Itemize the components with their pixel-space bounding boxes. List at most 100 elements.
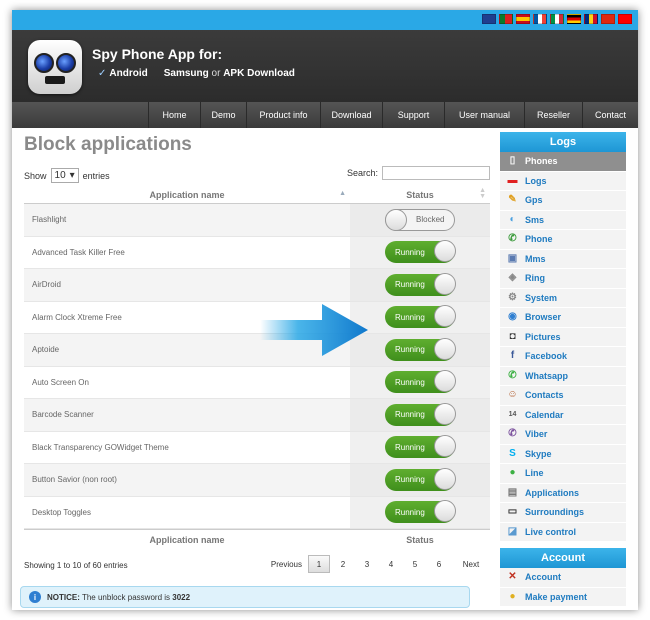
live-control-icon: ◪ <box>507 525 518 537</box>
status-toggle[interactable]: Running <box>385 272 456 296</box>
account-icon: ✕ <box>508 571 517 583</box>
sidebar-item-make-payment[interactable]: ● Make payment <box>500 587 626 607</box>
status-toggle[interactable]: Running <box>385 467 456 491</box>
status-label: Running <box>395 377 425 387</box>
status-toggle[interactable]: Running <box>385 500 456 524</box>
calendar-icon: 14 <box>508 411 517 419</box>
applications-icon: ▤ <box>507 486 518 498</box>
application-name: Desktop Toggles <box>32 507 91 517</box>
col-status[interactable]: Status ▲ ▼ <box>350 187 490 200</box>
browser-icon: ◉ <box>508 311 517 323</box>
sidebar-item-browser[interactable]: ◉ Browser <box>500 308 626 328</box>
sidebar-item-surroundings[interactable]: ▭ Surroundings <box>500 503 626 523</box>
status-toggle[interactable]: Running <box>385 240 456 264</box>
camera-icon: ◘ <box>509 330 516 342</box>
next-page-button[interactable]: Next <box>452 555 490 573</box>
status-toggle[interactable]: Running <box>385 305 456 329</box>
sidebar-item-phone[interactable]: ✆ Phone <box>500 230 626 250</box>
sidebar-item-viber[interactable]: ✆ Viber <box>500 425 626 445</box>
flag-tw-icon[interactable] <box>618 14 632 24</box>
status-toggle[interactable]: Running <box>385 402 456 426</box>
col-application-name[interactable]: Application name ▲ <box>24 190 350 200</box>
flag-cn-icon[interactable] <box>601 14 615 24</box>
spy-app-logo-icon[interactable] <box>28 40 82 94</box>
nav-support[interactable]: Support <box>382 102 444 128</box>
entries-label: entries <box>82 170 110 181</box>
sidebar-item-whatsapp[interactable]: ✆ Whatsapp <box>500 366 626 386</box>
nav-demo[interactable]: Demo <box>200 102 246 128</box>
arrow-pointer-icon <box>260 304 368 356</box>
status-label: Running <box>395 345 425 355</box>
flag-pt-icon[interactable] <box>499 14 513 24</box>
page-button-2[interactable]: 2 <box>332 555 354 573</box>
pagination-row: Showing 1 to 10 of 60 entries Previous 1 2… <box>24 553 490 579</box>
flag-de-icon[interactable] <box>567 14 581 24</box>
skype-icon: S <box>509 447 516 459</box>
status-cell: Running <box>350 301 490 333</box>
flag-gb-icon[interactable] <box>482 14 496 24</box>
page-button-6[interactable]: 6 <box>428 555 450 573</box>
table-row: AirDroid Running <box>24 269 490 302</box>
status-cell: Running <box>350 236 490 268</box>
nav-product-info[interactable]: Product info <box>246 102 320 128</box>
sidebar-item-gps[interactable]: ✎ Gps <box>500 191 626 211</box>
sidebar-item-line[interactable]: ● Line <box>500 464 626 484</box>
sidebar-item-phones[interactable]: ▯ Phones <box>500 152 626 172</box>
site-title: Spy Phone App for: <box>92 46 223 62</box>
search-label: Search: <box>346 168 378 178</box>
sidebar-item-sms[interactable]: ◐ Sms <box>500 210 626 230</box>
sidebar-item-pictures[interactable]: ◘ Pictures <box>500 327 626 347</box>
sidebar-item-ring[interactable]: ◈ Ring <box>500 269 626 289</box>
flag-fr-icon[interactable] <box>533 14 547 24</box>
table-row: Button Savior (non root) Running <box>24 464 490 497</box>
status-toggle[interactable]: Blocked <box>385 208 455 231</box>
page-button-1[interactable]: 1 <box>308 555 330 573</box>
page-button-5[interactable]: 5 <box>404 555 426 573</box>
nav-contact[interactable]: Contact <box>582 102 638 128</box>
status-toggle[interactable]: Running <box>385 435 456 459</box>
sidebar-item-label: Surroundings <box>525 507 584 518</box>
status-cell: Running <box>350 269 490 301</box>
sidebar-item-calendar[interactable]: 14 Calendar <box>500 405 626 425</box>
main-content: Block applications Show 10 ▾ entries Sear… <box>24 132 490 579</box>
apk-download-link[interactable]: APK Download <box>223 68 295 79</box>
status-toggle[interactable]: Running <box>385 337 456 361</box>
table-row: Desktop Toggles Running <box>24 496 490 529</box>
sidebar-item-label: Account <box>525 572 561 583</box>
entries-select[interactable]: 10 ▾ <box>50 168 79 183</box>
sidebar-item-contacts[interactable]: ☺ Contacts <box>500 386 626 406</box>
phone-device-icon: ▯ <box>509 155 516 167</box>
nav-home[interactable]: Home <box>148 102 200 128</box>
sidebar-item-label: Ring <box>525 273 545 284</box>
page-button-3[interactable]: 3 <box>356 555 378 573</box>
table-row: Auto Screen On Running <box>24 366 490 399</box>
sidebar-item-live-control[interactable]: ◪ Live control <box>500 522 626 542</box>
show-label: Show <box>24 170 47 181</box>
whatsapp-icon: ✆ <box>508 369 517 381</box>
sidebar-item-skype[interactable]: S Skype <box>500 444 626 464</box>
page-button-4[interactable]: 4 <box>380 555 402 573</box>
flag-it-icon[interactable] <box>550 14 564 24</box>
search-input[interactable] <box>382 166 490 180</box>
sidebar-item-account[interactable]: ✕ Account <box>500 568 626 588</box>
nav-download[interactable]: Download <box>320 102 382 128</box>
viber-icon: ✆ <box>508 428 517 440</box>
sidebar-item-logs[interactable]: ▬ Logs <box>500 171 626 191</box>
nav-user-manual[interactable]: User manual <box>444 102 524 128</box>
sidebar-item-facebook[interactable]: f Facebook <box>500 347 626 367</box>
toggle-knob <box>434 337 456 360</box>
toggle-knob <box>434 305 456 328</box>
ring-icon: ◈ <box>508 272 517 284</box>
nav-reseller[interactable]: Reseller <box>524 102 582 128</box>
flag-ro-icon[interactable] <box>584 14 598 24</box>
sidebar-item-system[interactable]: ⚙ System <box>500 288 626 308</box>
samsung-link[interactable]: Samsung <box>164 68 209 79</box>
sidebar-item-label: Sms <box>525 214 545 225</box>
sidebar-item-mms[interactable]: ▣ Mms <box>500 249 626 269</box>
facebook-icon: f <box>510 350 515 362</box>
flag-es-icon[interactable] <box>516 14 530 24</box>
previous-page-button[interactable]: Previous <box>267 555 306 573</box>
status-toggle[interactable]: Running <box>385 370 456 394</box>
table-row: Black Transparency GOWidget Theme Running <box>24 431 490 464</box>
sidebar-item-applications[interactable]: ▤ Applications <box>500 483 626 503</box>
